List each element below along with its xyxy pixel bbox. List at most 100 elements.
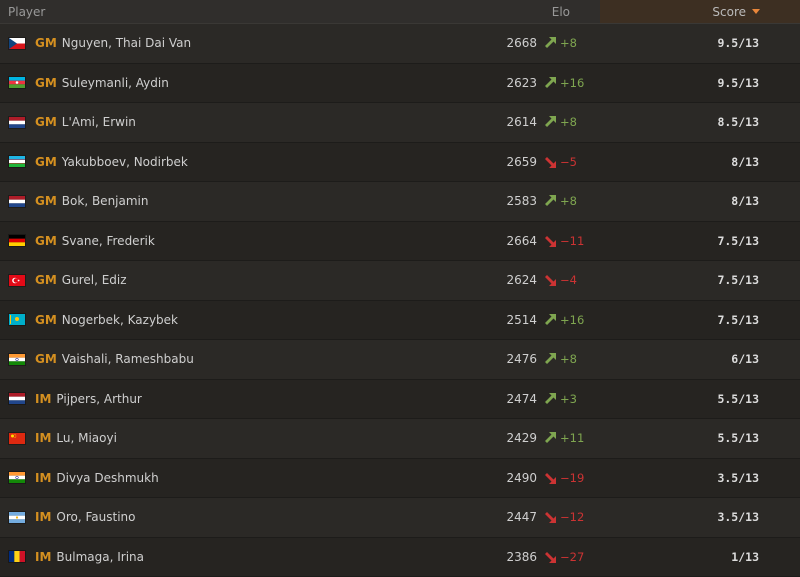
- elo-change-value: +16: [560, 76, 584, 90]
- elo-rating: 2476: [506, 352, 537, 366]
- arrow-up-right-icon: [544, 116, 556, 128]
- player-name[interactable]: Svane, Frederik: [62, 234, 155, 248]
- player-name[interactable]: Lu, Miaoyi: [56, 431, 117, 445]
- elo-cell: 2447 −12: [420, 510, 600, 524]
- table-row[interactable]: IM Bulmaga, Irina 2386 −27 1/13: [0, 538, 800, 577]
- arrow-up-right-icon: [544, 195, 556, 207]
- table-row[interactable]: GM Svane, Frederik 2664 −11 7.5/13: [0, 222, 800, 262]
- player-cell: GM Bok, Benjamin: [0, 194, 420, 208]
- elo-rating: 2664: [506, 234, 537, 248]
- elo-change: +16: [544, 313, 580, 327]
- arrow-down-right-icon: [544, 156, 556, 168]
- score-cell: 8/13: [600, 155, 800, 169]
- elo-rating: 2514: [506, 313, 537, 327]
- elo-change-value: −19: [560, 471, 584, 485]
- elo-change-value: −5: [560, 155, 577, 169]
- elo-cell: 2429 +11: [420, 431, 600, 445]
- elo-change: +8: [544, 352, 580, 366]
- arrow-down-right-icon: [544, 472, 556, 484]
- elo-rating: 2490: [506, 471, 537, 485]
- arrow-down-right-icon: [544, 235, 556, 247]
- column-header-elo[interactable]: Elo: [500, 5, 600, 19]
- table-row[interactable]: GM Suleymanli, Aydin 2623 +16 9.5/13: [0, 64, 800, 104]
- flag-nl-icon: [9, 196, 25, 207]
- table-row[interactable]: IM Oro, Faustino 2447 −12 3.5/13: [0, 498, 800, 538]
- elo-change: +8: [544, 36, 580, 50]
- arrow-up-right-icon: [544, 393, 556, 405]
- table-row[interactable]: GM L'Ami, Erwin 2614 +8 8.5/13: [0, 103, 800, 143]
- player-title: GM: [35, 352, 57, 366]
- elo-change-value: +11: [560, 431, 584, 445]
- player-name[interactable]: Pijpers, Arthur: [56, 392, 141, 406]
- elo-rating: 2447: [506, 510, 537, 524]
- table-row[interactable]: GM Yakubboev, Nodirbek 2659 −5 8/13: [0, 143, 800, 183]
- table-row[interactable]: IM Divya Deshmukh 2490 −19 3.5/13: [0, 459, 800, 499]
- arrow-down-right-icon: [544, 511, 556, 523]
- player-cell: GM Nogerbek, Kazybek: [0, 313, 420, 327]
- score-cell: 9.5/13: [600, 36, 800, 50]
- table-row[interactable]: IM Pijpers, Arthur 2474 +3 5.5/13: [0, 380, 800, 420]
- column-header-player[interactable]: Player: [0, 5, 500, 19]
- score-cell: 7.5/13: [600, 313, 800, 327]
- player-title: GM: [35, 76, 57, 90]
- player-name[interactable]: Divya Deshmukh: [56, 471, 158, 485]
- flag-kz-icon: [9, 314, 25, 325]
- table-row[interactable]: IM Lu, Miaoyi 2429 +11 5.5/13: [0, 419, 800, 459]
- flag-in-icon: [9, 354, 25, 365]
- player-cell: GM Svane, Frederik: [0, 234, 420, 248]
- score-cell: 5.5/13: [600, 431, 800, 445]
- player-name[interactable]: Yakubboev, Nodirbek: [62, 155, 188, 169]
- player-title: GM: [35, 115, 57, 129]
- player-name[interactable]: Gurel, Ediz: [62, 273, 127, 287]
- elo-change-value: +8: [560, 352, 577, 366]
- elo-change-value: −27: [560, 550, 584, 564]
- score-cell: 8.5/13: [600, 115, 800, 129]
- player-cell: IM Divya Deshmukh: [0, 471, 420, 485]
- sort-descending-icon: [752, 9, 760, 14]
- arrow-up-right-icon: [544, 37, 556, 49]
- elo-rating: 2429: [506, 431, 537, 445]
- elo-cell: 2474 +3: [420, 392, 600, 406]
- table-row[interactable]: GM Nogerbek, Kazybek 2514 +16 7.5/13: [0, 301, 800, 341]
- elo-change: +16: [544, 76, 580, 90]
- column-header-score-label: Score: [712, 5, 746, 19]
- player-title: IM: [35, 431, 51, 445]
- player-title: GM: [35, 273, 57, 287]
- player-name[interactable]: Vaishali, Rameshbabu: [62, 352, 194, 366]
- flag-ar-icon: [9, 512, 25, 523]
- table-row[interactable]: GM Vaishali, Rameshbabu 2476 +8 6/13: [0, 340, 800, 380]
- score-cell: 7.5/13: [600, 234, 800, 248]
- table-row[interactable]: GM Bok, Benjamin 2583 +8 8/13: [0, 182, 800, 222]
- column-header-score[interactable]: Score: [600, 0, 800, 23]
- player-name[interactable]: Oro, Faustino: [56, 510, 135, 524]
- player-name[interactable]: Nogerbek, Kazybek: [62, 313, 178, 327]
- elo-rating: 2668: [506, 36, 537, 50]
- elo-change: −4: [544, 273, 580, 287]
- score-cell: 6/13: [600, 352, 800, 366]
- table-row[interactable]: GM Nguyen, Thai Dai Van 2668 +8 9.5/13: [0, 24, 800, 64]
- flag-cn-icon: [9, 433, 25, 444]
- player-name[interactable]: L'Ami, Erwin: [62, 115, 136, 129]
- player-name[interactable]: Bulmaga, Irina: [56, 550, 144, 564]
- elo-change-value: +8: [560, 194, 577, 208]
- player-name[interactable]: Suleymanli, Aydin: [62, 76, 169, 90]
- table-body: GM Nguyen, Thai Dai Van 2668 +8 9.5/13 G…: [0, 24, 800, 577]
- player-title: IM: [35, 510, 51, 524]
- elo-rating: 2624: [506, 273, 537, 287]
- player-cell: IM Pijpers, Arthur: [0, 392, 420, 406]
- player-cell: GM Vaishali, Rameshbabu: [0, 352, 420, 366]
- arrow-up-right-icon: [544, 432, 556, 444]
- elo-cell: 2659 −5: [420, 155, 600, 169]
- player-cell: GM L'Ami, Erwin: [0, 115, 420, 129]
- score-cell: 3.5/13: [600, 510, 800, 524]
- elo-change: +3: [544, 392, 580, 406]
- player-name[interactable]: Bok, Benjamin: [62, 194, 149, 208]
- elo-rating: 2614: [506, 115, 537, 129]
- player-title: GM: [35, 194, 57, 208]
- player-cell: GM Nguyen, Thai Dai Van: [0, 36, 420, 50]
- table-row[interactable]: GM Gurel, Ediz 2624 −4 7.5/13: [0, 261, 800, 301]
- player-title: GM: [35, 313, 57, 327]
- player-name[interactable]: Nguyen, Thai Dai Van: [62, 36, 191, 50]
- player-title: GM: [35, 36, 57, 50]
- elo-change: +8: [544, 194, 580, 208]
